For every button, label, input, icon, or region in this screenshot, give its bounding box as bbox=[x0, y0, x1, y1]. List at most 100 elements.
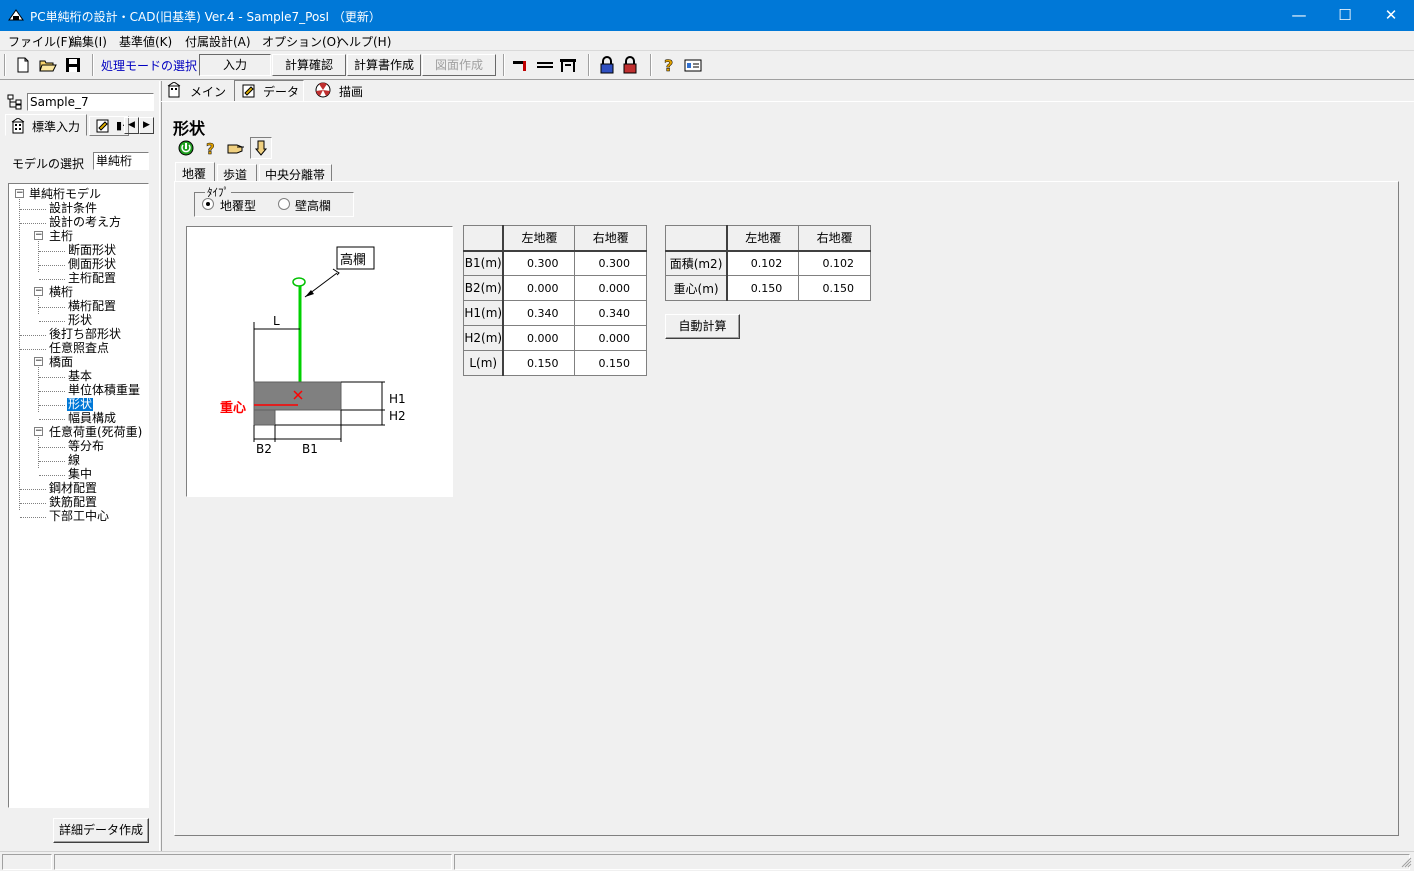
tree-item-steel-layout[interactable]: 鋼材配置 bbox=[49, 482, 97, 495]
toolbar: 処理モードの選択 入力 計算確認 計算書作成 図面作成 ? bbox=[0, 51, 1414, 80]
tree-line bbox=[39, 461, 65, 462]
tree-item-arbitrary-load[interactable]: 任意荷重(死荷重) bbox=[49, 426, 142, 439]
tree-item-substructure-center[interactable]: 下部工中心 bbox=[49, 510, 109, 523]
cell-h1-left[interactable]: 0.340 bbox=[502, 300, 576, 326]
tree-item-uniform-load[interactable]: 等分布 bbox=[68, 440, 104, 453]
tree-item-check-points[interactable]: 任意照査点 bbox=[49, 342, 109, 355]
project-name-field[interactable]: Sample_7 bbox=[27, 93, 154, 111]
menu-standard[interactable]: 基準値(K) bbox=[119, 33, 172, 50]
tab-main[interactable]: メイン bbox=[164, 81, 232, 101]
cell-l-right[interactable]: 0.150 bbox=[574, 350, 647, 376]
lock-red-icon[interactable] bbox=[621, 56, 639, 74]
calc-check-button[interactable]: 計算確認 bbox=[272, 54, 346, 76]
tree-item-simple-girder-model[interactable]: 単純桁モデル bbox=[29, 188, 101, 201]
cell-b1-left[interactable]: 0.300 bbox=[502, 250, 576, 276]
tab-data[interactable]: データ bbox=[234, 80, 304, 102]
tree-toggle[interactable]: − bbox=[34, 287, 43, 296]
close-button[interactable]: ✕ bbox=[1368, 0, 1414, 31]
tree-item-post-cast-shape[interactable]: 後打ち部形状 bbox=[49, 328, 121, 341]
cell-l-left[interactable]: 0.150 bbox=[502, 350, 576, 376]
report-create-button[interactable]: 計算書作成 bbox=[347, 54, 421, 76]
window-title: PC単純桁の設計・CAD(旧基準) Ver.4 - Sample7_PosI （… bbox=[30, 10, 381, 24]
frame-icon[interactable] bbox=[559, 56, 577, 74]
tree-item-cross-beam[interactable]: 横桁 bbox=[49, 286, 73, 299]
tab-scroll-right-button[interactable]: ▶ bbox=[139, 117, 154, 134]
tree-item-line-load[interactable]: 線 bbox=[68, 454, 80, 467]
menu-help[interactable]: ヘルプ(H) bbox=[337, 33, 391, 50]
detail-data-create-button[interactable]: 詳細データ作成 bbox=[53, 818, 149, 843]
new-file-icon[interactable] bbox=[14, 56, 32, 74]
building-icon bbox=[167, 82, 181, 98]
open-folder-icon[interactable] bbox=[39, 56, 57, 74]
tree-toggle[interactable]: − bbox=[34, 357, 43, 366]
lock-blue-icon[interactable] bbox=[598, 56, 616, 74]
tree-item-rebar-layout[interactable]: 鉄筋配置 bbox=[49, 496, 97, 509]
tree-toggle[interactable]: − bbox=[34, 427, 43, 436]
cell-h1-right[interactable]: 0.340 bbox=[574, 300, 647, 326]
tree-item-width-composition[interactable]: 幅員構成 bbox=[68, 412, 116, 425]
refresh-icon[interactable] bbox=[178, 140, 194, 156]
tree-item-cross-beam-shape[interactable]: 形状 bbox=[68, 314, 92, 327]
input-mode-button[interactable]: 入力 bbox=[199, 54, 271, 76]
edit-document-icon bbox=[96, 119, 109, 133]
pointing-hand-icon[interactable] bbox=[227, 141, 245, 155]
pin-toggle-button[interactable] bbox=[250, 137, 272, 159]
help-icon[interactable]: ? bbox=[203, 140, 219, 156]
subtab-jifuku-label: 地覆 bbox=[182, 167, 207, 181]
radio-jifuku[interactable] bbox=[202, 198, 214, 210]
menu-attached-design[interactable]: 付属設計(A) bbox=[185, 33, 251, 50]
menu-options[interactable]: オプション(O) bbox=[262, 33, 341, 50]
help-icon[interactable]: ? bbox=[660, 56, 678, 74]
model-select-field[interactable]: 単純桁 bbox=[93, 152, 149, 170]
tab-main-label: メイン bbox=[190, 85, 227, 99]
tree-item-basic[interactable]: 基本 bbox=[68, 370, 92, 383]
drawing-create-button[interactable]: 図面作成 bbox=[422, 54, 496, 76]
subtab-median[interactable]: 中央分離帯 bbox=[259, 164, 332, 182]
cell-b1-right[interactable]: 0.300 bbox=[574, 250, 647, 276]
tab-scroll-left-button[interactable]: ◀ bbox=[124, 117, 139, 134]
cell-h2-left[interactable]: 0.000 bbox=[502, 325, 576, 351]
tree-item-design-approach[interactable]: 設計の考え方 bbox=[49, 216, 121, 229]
minimize-button[interactable]: — bbox=[1276, 0, 1322, 31]
status-bar bbox=[0, 851, 1414, 871]
save-icon[interactable] bbox=[64, 56, 82, 74]
tree-item-point-load[interactable]: 集中 bbox=[68, 468, 92, 481]
tree-item-side-shape[interactable]: 側面形状 bbox=[68, 258, 116, 271]
tree-toggle[interactable]: − bbox=[15, 189, 24, 198]
menu-edit[interactable]: 編集(I) bbox=[70, 33, 107, 50]
figure-B1-label: B1 bbox=[302, 442, 318, 456]
info-card-icon[interactable] bbox=[684, 56, 702, 74]
tree-item-girder-layout[interactable]: 主桁配置 bbox=[68, 272, 116, 285]
status-segment bbox=[54, 854, 452, 870]
tree-item-main-girder[interactable]: 主桁 bbox=[49, 230, 73, 243]
tree-item-shape-selected[interactable]: 形状 bbox=[67, 398, 94, 411]
maximize-button[interactable]: ☐ bbox=[1322, 0, 1368, 31]
tree-item-section-shape[interactable]: 断面形状 bbox=[68, 244, 116, 257]
tab-standard-input[interactable]: 標準入力 bbox=[5, 114, 87, 136]
tree-item-unit-weight[interactable]: 単位体積重量 bbox=[68, 384, 140, 397]
tree-item-design-conditions[interactable]: 設計条件 bbox=[49, 202, 97, 215]
menu-file[interactable]: ファイル(F) bbox=[8, 33, 72, 50]
radio-wall-railing[interactable] bbox=[278, 198, 290, 210]
subtab-jifuku[interactable]: 地覆 bbox=[175, 162, 215, 182]
radiation-icon bbox=[315, 82, 331, 98]
tab-draw[interactable]: 描画 bbox=[307, 81, 373, 101]
left-panel: Sample_7 標準入力 ▮· ◀ ▶ モデルの選択 単純桁 − 単純桁モデル… bbox=[0, 81, 160, 851]
tree-toggle[interactable]: − bbox=[34, 231, 43, 240]
tree-item-cross-beam-layout[interactable]: 横桁配置 bbox=[68, 300, 116, 313]
column-header-left: 左地覆 bbox=[502, 225, 576, 252]
cell-h2-right[interactable]: 0.000 bbox=[574, 325, 647, 351]
girder-section-icon[interactable] bbox=[512, 56, 530, 74]
cross-beam-icon[interactable] bbox=[536, 56, 554, 74]
tab-second[interactable]: ▮· bbox=[89, 116, 129, 136]
subtab-sidewalk[interactable]: 歩道 bbox=[217, 164, 257, 182]
auto-calc-button[interactable]: 自動計算 bbox=[665, 314, 740, 339]
tree-line bbox=[20, 223, 46, 224]
tree-item-bridge-surface[interactable]: 橋面 bbox=[49, 356, 73, 369]
figure-centroid-label: 重心 bbox=[220, 401, 247, 416]
cell-b2-right[interactable]: 0.000 bbox=[574, 275, 647, 301]
svg-text:?: ? bbox=[206, 140, 215, 156]
cell-b2-left[interactable]: 0.000 bbox=[502, 275, 576, 301]
toolbar-separator bbox=[650, 54, 652, 76]
resize-grip-icon[interactable] bbox=[1400, 856, 1412, 868]
